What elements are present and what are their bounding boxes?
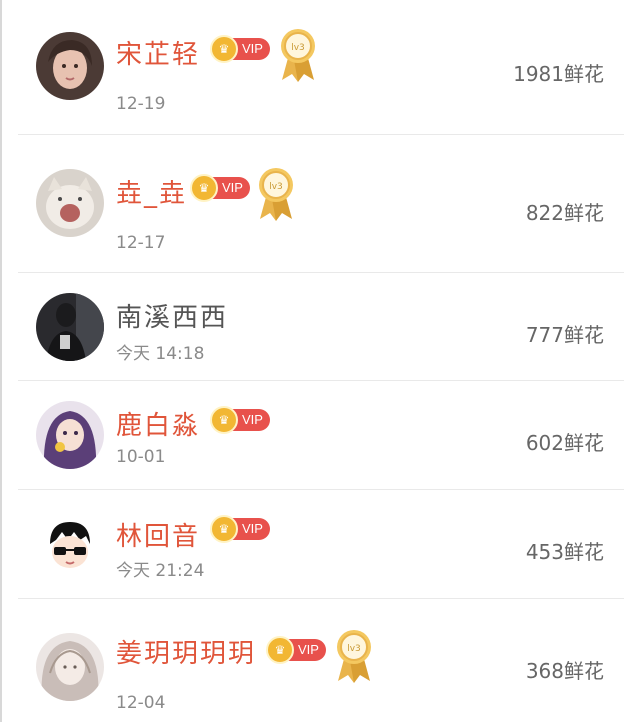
list-item[interactable]: 林回音 ♛ VIP 今天 21:24 453鲜花 [18,490,624,599]
avatar[interactable] [36,401,104,469]
crown-icon: ♛ [266,636,294,664]
crown-icon: ♛ [210,515,238,543]
crown-icon: ♛ [210,35,238,63]
list-item[interactable]: 宋芷轻 ♛ VIP lv3 12-19 1981鲜花 [18,0,624,135]
user-name[interactable]: 垚_垚 [116,173,187,210]
flower-count: 822鲜花 [525,201,604,225]
avatar[interactable] [36,633,104,701]
vip-badge: ♛ VIP [210,35,270,63]
flower-count: 602鲜花 [525,431,604,455]
avatar[interactable] [36,169,104,237]
vip-badge-label: VIP [242,412,263,427]
list-item[interactable]: 姜玥玥玥玥 ♛ VIP lv3 12-04 368鲜花 [18,599,624,722]
user-name[interactable]: 林回音 [116,516,200,553]
flower-count: 777鲜花 [525,323,604,347]
date-label: 今天 21:24 [116,561,205,581]
flower-count: 368鲜花 [525,659,604,683]
list-item[interactable]: 鹿白淼 ♛ VIP 10-01 602鲜花 [18,381,624,490]
vip-badge-label: VIP [298,642,319,657]
date-label: 12-04 [116,693,166,713]
vip-badge-label: VIP [242,41,263,56]
vip-badge: ♛ VIP [266,636,326,664]
medal-icon: lv3 [259,168,293,221]
avatar[interactable] [36,514,104,582]
vip-badge: ♛ VIP [190,174,250,202]
date-label: 12-17 [116,233,166,253]
medal-label: lv3 [291,43,305,53]
vip-badge-label: VIP [222,180,243,195]
flower-count: 1981鲜花 [513,62,604,86]
avatar[interactable] [36,293,104,361]
vip-badge: ♛ VIP [210,406,270,434]
list-item[interactable]: 垚_垚 ♛ VIP lv3 12-17 822鲜花 [18,135,624,273]
user-name[interactable]: 姜玥玥玥玥 [116,633,256,670]
medal-icon: lv3 [281,29,315,82]
flower-count: 453鲜花 [525,540,604,564]
avatar[interactable] [36,32,104,100]
user-name[interactable]: 宋芷轻 [116,34,200,71]
vip-badge-label: VIP [242,521,263,536]
date-label: 10-01 [116,447,166,467]
crown-icon: ♛ [210,406,238,434]
user-name[interactable]: 南溪西西 [116,297,228,334]
medal-icon: lv3 [337,630,371,683]
date-label: 12-19 [116,94,166,114]
date-label: 今天 14:18 [116,344,205,364]
crown-icon: ♛ [190,174,218,202]
medal-label: lv3 [269,182,283,192]
list-item[interactable]: 南溪西西 今天 14:18 777鲜花 [18,273,624,381]
vip-badge: ♛ VIP [210,515,270,543]
medal-label: lv3 [347,644,361,654]
left-edge-divider [0,0,2,722]
user-name[interactable]: 鹿白淼 [116,405,200,442]
